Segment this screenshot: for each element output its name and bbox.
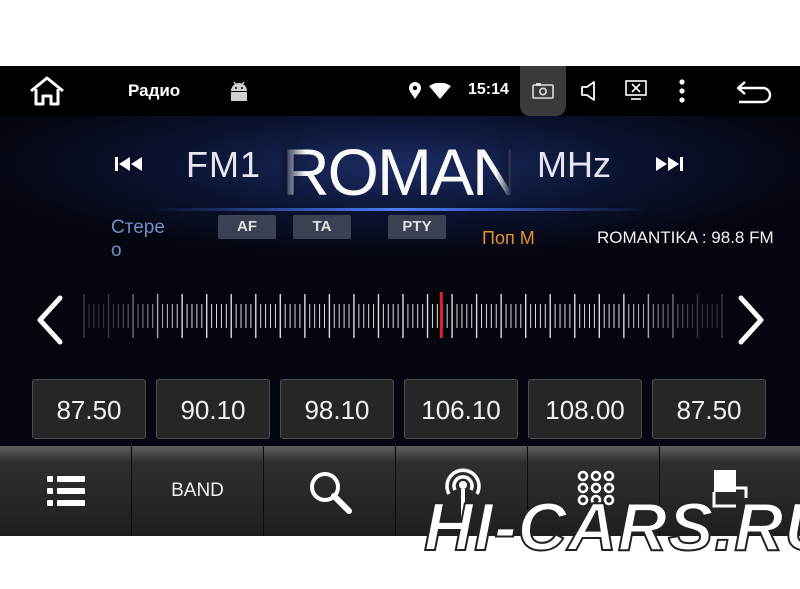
screenshot-icon <box>532 83 554 99</box>
app-title: Радио <box>128 81 181 100</box>
band-button[interactable]: BAND <box>132 446 264 536</box>
tuning-needle[interactable] <box>439 292 443 338</box>
band-indicator: FM1 <box>186 144 261 185</box>
more-icon[interactable] <box>675 78 689 104</box>
android-icon <box>231 81 247 101</box>
station-name: ROMAN <box>282 130 512 198</box>
back-icon[interactable] <box>735 79 773 105</box>
frequency-unit: MHz <box>537 144 611 185</box>
preset-button[interactable]: 106.10 <box>404 379 518 439</box>
tune-down-icon[interactable] <box>34 294 68 346</box>
preset-button[interactable]: 108.00 <box>528 379 642 439</box>
screen-off-icon[interactable] <box>625 79 647 101</box>
radio-main-panel: FM1 ROMAN MHz Стерео AF TA PTY Поп М ROM… <box>0 116 800 446</box>
home-icon[interactable] <box>28 76 66 106</box>
screenshot-button[interactable] <box>520 66 566 116</box>
wifi-icon <box>429 83 451 99</box>
search-icon <box>310 472 352 514</box>
status-bar: Радио 15:14 <box>0 66 800 116</box>
search-button[interactable] <box>264 446 396 536</box>
preset-button[interactable]: 87.50 <box>32 379 146 439</box>
seek-next-icon[interactable] <box>652 154 686 174</box>
head-unit-screen: Радио 15:14 FM1 ROMAN MHz Стерео AF TA P… <box>0 66 800 536</box>
rds-text: ROMANTIKA : 98.8 FM <box>597 228 774 247</box>
pty-button[interactable]: PTY <box>388 215 446 239</box>
tune-up-icon[interactable] <box>733 294 767 346</box>
list-button[interactable] <box>0 446 132 536</box>
ta-button[interactable]: TA <box>293 215 351 239</box>
preset-list: 87.50 90.10 98.10 106.10 108.00 87.50 <box>0 379 800 443</box>
location-icon <box>409 82 421 99</box>
title-glow <box>150 208 650 211</box>
seek-previous-icon[interactable] <box>112 154 146 174</box>
preset-button[interactable]: 98.10 <box>280 379 394 439</box>
preset-button[interactable]: 90.10 <box>156 379 270 439</box>
frequency-scale[interactable] <box>78 286 728 342</box>
clock: 15:14 <box>468 81 509 98</box>
pty-genre: Поп М <box>482 228 535 248</box>
volume-icon[interactable] <box>580 80 600 102</box>
preset-button[interactable]: 87.50 <box>652 379 766 439</box>
af-button[interactable]: AF <box>218 215 276 239</box>
stereo-indicator: Стерео <box>111 217 165 261</box>
watermark-text: HI-CARS.RU <box>423 488 800 566</box>
list-icon <box>47 476 85 506</box>
